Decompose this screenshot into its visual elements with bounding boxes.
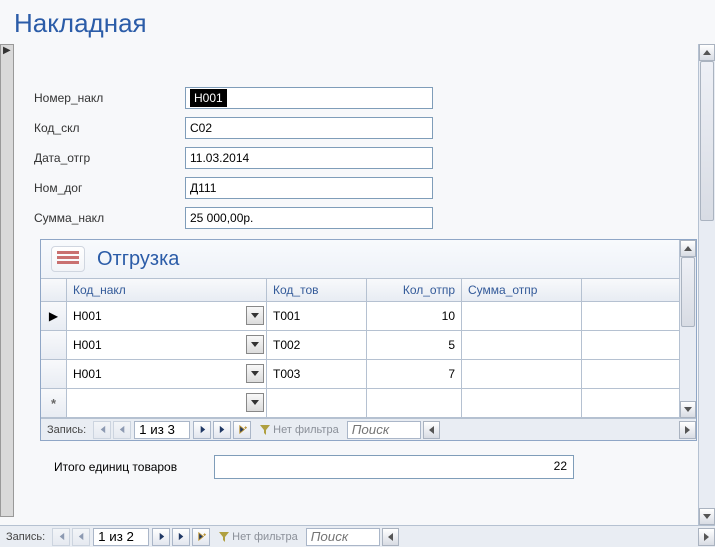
input-kod-skl[interactable] [185,117,433,139]
main-nav-bar: Запись: Нет фильтра [0,525,715,547]
table-row: Н001Т0025 [41,331,696,360]
field-row-nom-dog: Ном_дог [20,177,715,199]
datasheet-icon [51,246,85,272]
total-value[interactable]: 22 [214,455,574,479]
form-title: Накладная [0,0,715,47]
field-row-nomer-nakl: Номер_накл Н001 [20,87,715,109]
cell-kod-nakl[interactable]: Н001 [67,360,267,388]
col-summa-otpr[interactable]: Сумма_отпр [462,279,582,301]
main-nav-last-button[interactable] [172,528,190,546]
cell-kol-otpr[interactable]: 10 [367,302,462,330]
subform-title: Отгрузка [97,248,179,271]
cell-summa-otpr[interactable] [462,302,582,330]
combo-dropdown-button[interactable] [246,335,264,354]
hscroll-left[interactable] [423,421,440,439]
total-label: Итого единиц товаров [54,460,214,474]
cell-kod-tov[interactable] [267,389,367,417]
main-vscroll-up[interactable] [699,44,715,61]
input-data-otgr[interactable] [185,147,433,169]
main-vscroll-down[interactable] [699,508,715,525]
main-nav-prev-button[interactable] [72,528,90,546]
input-nomer-nakl[interactable]: Н001 [185,87,433,109]
record-selector[interactable]: ▶ [0,44,14,517]
nav-prev-button[interactable] [113,421,131,439]
hscroll-right[interactable] [679,421,696,439]
main-hscroll-right[interactable] [698,528,715,546]
cell-kol-otpr[interactable] [367,389,462,417]
cell-summa-otpr[interactable] [462,331,582,359]
main-nav-next-button[interactable] [152,528,170,546]
combo-dropdown-button[interactable] [246,306,264,325]
input-summa-nakl[interactable] [185,207,433,229]
combo-dropdown-button[interactable] [246,364,264,383]
nav-label: Запись: [41,424,92,436]
label-nom-dog: Ном_дог [20,181,185,195]
label-kod-skl: Код_скл [20,121,185,135]
field-row-summa-nakl: Сумма_накл [20,207,715,229]
label-summa-nakl: Сумма_накл [20,211,185,225]
row-selector[interactable]: ▶ [41,302,67,330]
new-row-selector[interactable] [41,389,67,417]
field-row-kod-skl: Код_скл [20,117,715,139]
select-all-cell[interactable] [41,279,67,301]
nav-search[interactable] [347,421,421,439]
main-nav-filter[interactable]: Нет фильтра [211,531,306,543]
subform-header: Отгрузка [41,240,696,278]
label-nomer-nakl: Номер_накл [20,91,185,105]
nav-next-button[interactable] [193,421,211,439]
col-kod-nakl[interactable]: Код_накл [67,279,267,301]
field-row-data-otgr: Дата_отгр [20,147,715,169]
row-selector[interactable] [41,360,67,388]
subform-nav-bar: Запись: Нет фильтра [41,418,696,440]
main-nav-search[interactable] [306,528,380,546]
vscroll-down[interactable] [680,401,696,418]
datasheet-grid: Код_накл Код_тов Кол_отпр Сумма_отпр ▶Н0… [41,278,696,418]
cell-kod-nakl[interactable]: Н001 [67,331,267,359]
combo-dropdown-button[interactable] [246,393,264,412]
cell-kol-otpr[interactable]: 7 [367,360,462,388]
main-nav-counter[interactable] [93,528,149,546]
nav-last-button[interactable] [213,421,231,439]
table-row: ▶Н001Т00110 [41,302,696,331]
label-data-otgr: Дата_отгр [20,151,185,165]
main-vscroll-thumb[interactable] [700,61,714,221]
cell-kod-tov[interactable]: Т001 [267,302,367,330]
vscroll-thumb[interactable] [681,257,695,327]
cell-kol-otpr[interactable]: 5 [367,331,462,359]
total-row: Итого единиц товаров 22 [54,455,715,479]
cell-summa-otpr[interactable] [462,389,582,417]
new-record-row[interactable] [41,389,696,418]
cell-kod-nakl[interactable] [67,389,267,417]
current-record-marker: ▶ [1,45,13,56]
cell-kod-tov[interactable]: Т002 [267,331,367,359]
main-nav-label: Запись: [0,531,51,543]
grid-header: Код_накл Код_тов Кол_отпр Сумма_отпр [41,278,696,302]
row-selector[interactable] [41,331,67,359]
vscroll-up[interactable] [680,240,696,257]
form-body: Номер_накл Н001 Код_скл Дата_отгр Ном_до… [20,47,715,479]
cell-kod-nakl[interactable]: Н001 [67,302,267,330]
col-kod-tov[interactable]: Код_тов [267,279,367,301]
cell-kod-tov[interactable]: Т003 [267,360,367,388]
table-row: Н001Т0037 [41,360,696,389]
col-kol-otpr[interactable]: Кол_отпр [367,279,462,301]
main-nav-new-button[interactable] [192,528,210,546]
nav-new-button[interactable] [233,421,251,439]
nav-first-button[interactable] [93,421,111,439]
input-nom-dog[interactable] [185,177,433,199]
subform-otgruzka: Отгрузка Код_накл Код_тов Кол_отпр Сумма… [40,239,697,441]
main-vscroll[interactable] [698,44,715,525]
main-hscroll-left[interactable] [382,528,399,546]
main-nav-first-button[interactable] [52,528,70,546]
cell-summa-otpr[interactable] [462,360,582,388]
nav-counter[interactable] [134,421,190,439]
nav-filter[interactable]: Нет фильтра [252,424,347,436]
subform-vscroll[interactable] [679,240,696,418]
